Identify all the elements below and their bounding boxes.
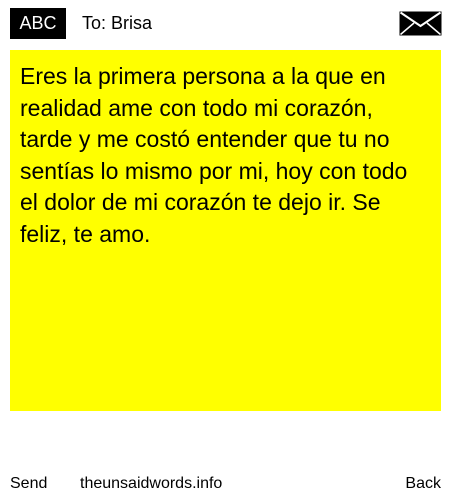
send-button[interactable]: Send [10, 472, 47, 496]
text-input-mode-badge: ABC [10, 8, 66, 39]
envelope-icon[interactable] [399, 11, 442, 36]
site-name: theunsaidwords.info [80, 475, 223, 492]
footer-bar: Send theunsaidwords.info Back [0, 472, 450, 496]
message-box[interactable]: Eres la primera persona a la que en real… [10, 50, 441, 411]
back-button[interactable]: Back [405, 472, 441, 496]
message-text: Eres la primera persona a la que en real… [20, 63, 408, 247]
recipient-label: To: Brisa [82, 13, 153, 33]
header-bar: ABC To: Brisa [0, 0, 450, 46]
